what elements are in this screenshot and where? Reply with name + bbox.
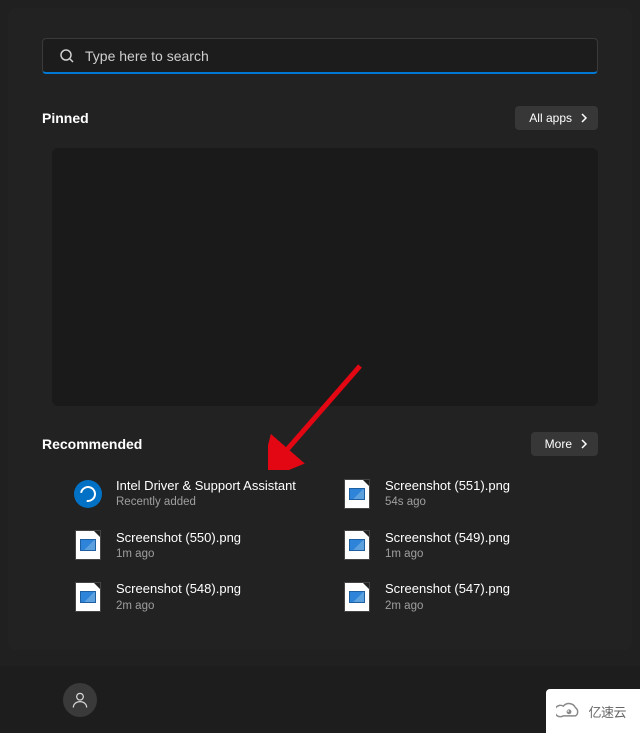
bottom-bar: [0, 666, 640, 733]
image-file-icon: [343, 531, 371, 559]
recommended-item-subtitle: Recently added: [116, 495, 296, 509]
watermark-logo-icon: [556, 700, 582, 722]
recommended-header: Recommended More: [8, 432, 632, 456]
all-apps-label: All apps: [529, 111, 572, 125]
recommended-item[interactable]: Screenshot (547).png 2m ago: [343, 581, 592, 613]
recommended-item[interactable]: Screenshot (550).png 1m ago: [74, 530, 323, 562]
recommended-item[interactable]: Screenshot (548).png 2m ago: [74, 581, 323, 613]
recommended-title: Recommended: [42, 436, 142, 452]
image-file-icon: [74, 531, 102, 559]
search-input[interactable]: Type here to search: [42, 38, 598, 74]
recommended-item-subtitle: 1m ago: [116, 547, 241, 561]
recommended-item-title: Screenshot (551).png: [385, 478, 510, 494]
pinned-title: Pinned: [42, 110, 89, 126]
recommended-grid: Intel Driver & Support Assistant Recentl…: [8, 456, 632, 613]
chevron-right-icon: [578, 112, 590, 124]
more-label: More: [545, 437, 572, 451]
recommended-item-title: Screenshot (549).png: [385, 530, 510, 546]
search-icon: [59, 48, 75, 64]
recommended-item-subtitle: 54s ago: [385, 495, 510, 509]
all-apps-button[interactable]: All apps: [515, 106, 598, 130]
pinned-apps-area: [52, 148, 598, 406]
image-file-icon: [343, 583, 371, 611]
recommended-item[interactable]: Screenshot (549).png 1m ago: [343, 530, 592, 562]
recommended-item-title: Screenshot (550).png: [116, 530, 241, 546]
pinned-header: Pinned All apps: [8, 106, 632, 130]
recommended-item[interactable]: Intel Driver & Support Assistant Recentl…: [74, 478, 323, 510]
watermark: 亿速云: [546, 689, 640, 733]
search-placeholder: Type here to search: [85, 48, 209, 64]
intel-icon: [74, 480, 102, 508]
recommended-item-title: Screenshot (548).png: [116, 581, 241, 597]
more-button[interactable]: More: [531, 432, 598, 456]
watermark-text: 亿速云: [588, 702, 626, 721]
recommended-item-title: Intel Driver & Support Assistant: [116, 478, 296, 494]
recommended-item[interactable]: Screenshot (551).png 54s ago: [343, 478, 592, 510]
recommended-item-title: Screenshot (547).png: [385, 581, 510, 597]
recommended-item-subtitle: 1m ago: [385, 547, 510, 561]
user-profile-button[interactable]: [63, 683, 97, 717]
image-file-icon: [343, 480, 371, 508]
image-file-icon: [74, 583, 102, 611]
user-icon: [70, 690, 90, 710]
recommended-item-subtitle: 2m ago: [116, 599, 241, 613]
chevron-right-icon: [578, 438, 590, 450]
recommended-item-subtitle: 2m ago: [385, 599, 510, 613]
start-menu-panel: Type here to search Pinned All apps Reco…: [8, 8, 632, 650]
